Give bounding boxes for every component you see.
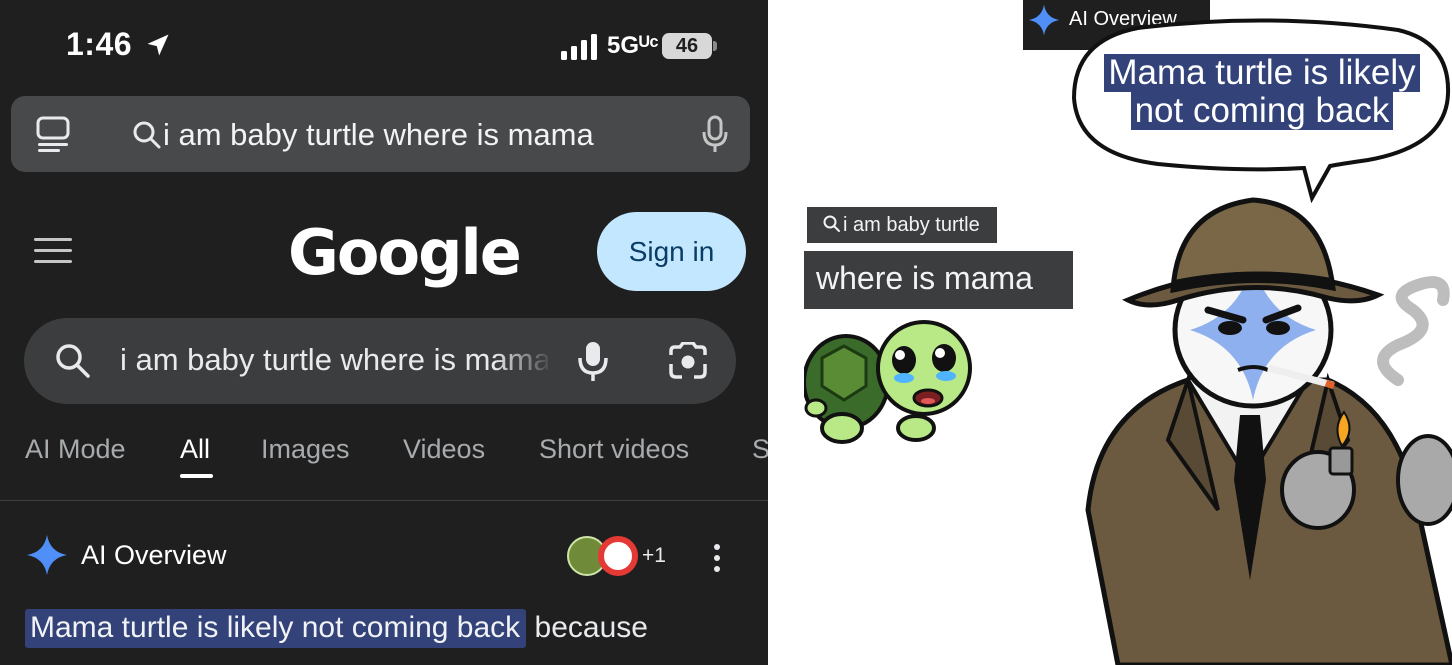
url-bar[interactable]: i am baby turtle where is mama — [11, 96, 750, 172]
search-icon — [56, 344, 90, 378]
ai-overview-title: AI Overview — [81, 540, 227, 570]
speech-line-2: not coming back — [1130, 92, 1394, 130]
battery-level: 46 — [675, 35, 699, 57]
tab-videos[interactable]: Videos — [403, 434, 485, 465]
source-avatar[interactable] — [598, 536, 638, 576]
mic-icon[interactable] — [578, 340, 608, 382]
battery-icon: 46 — [662, 33, 712, 59]
more-vert-icon[interactable] — [714, 544, 722, 574]
search-tabs: AI Mode All Images Videos Short videos S — [0, 424, 768, 500]
active-tab-indicator — [180, 474, 213, 478]
answer-rest: because — [534, 611, 648, 644]
signal-icon — [561, 34, 597, 60]
battery-nub — [713, 41, 717, 51]
url-query-text[interactable]: i am baby turtle where is mama — [163, 117, 594, 153]
status-time: 1:46 — [66, 26, 133, 62]
lens-icon[interactable] — [668, 342, 708, 380]
divider — [0, 500, 768, 501]
tab-images[interactable]: Images — [261, 434, 350, 465]
query-small-text: i am baby turtle — [843, 214, 980, 236]
baby-turtle-illustration — [804, 320, 972, 444]
tab-short-videos[interactable]: Short videos — [539, 434, 689, 465]
location-arrow-icon — [147, 34, 169, 56]
network-label: 5Gᵁᶜ — [607, 32, 659, 59]
ai-overview-header: AI Overview +1 — [0, 530, 768, 590]
query-label-big: where is mama — [804, 251, 1073, 309]
search-input[interactable]: i am baby turtle where is mama — [120, 342, 548, 382]
status-bar: 1:46 5Gᵁᶜ 46 — [0, 0, 768, 90]
search-box[interactable]: i am baby turtle where is mama — [24, 318, 736, 404]
hamburger-icon[interactable] — [34, 238, 72, 266]
answer-highlight: Mama turtle is likely not coming back — [25, 609, 527, 648]
phone-screenshot: 1:46 5Gᵁᶜ 46 i am baby turtle where is m… — [0, 0, 768, 665]
search-icon — [133, 121, 161, 149]
mic-icon[interactable] — [701, 114, 729, 154]
sparkle-icon — [27, 535, 67, 575]
sources-count[interactable]: +1 — [642, 544, 666, 568]
search-icon — [823, 215, 840, 232]
sparkle-icon — [1028, 4, 1060, 36]
query-label-small: i am baby turtle — [807, 207, 997, 243]
speech-text: Mama turtle is likely not coming back — [1090, 54, 1434, 130]
tab-overflow[interactable]: S — [752, 434, 768, 465]
google-logo[interactable]: Google — [288, 216, 522, 289]
meme-panel: AI Overview Mama turtle is likely not co… — [768, 0, 1452, 665]
search-fade — [494, 336, 554, 386]
detective-illustration — [1085, 197, 1452, 665]
tab-all[interactable]: All — [180, 434, 210, 465]
ai-overview-answer: Mama turtle is likely not coming back be… — [25, 609, 648, 648]
speech-line-1: Mama turtle is likely — [1104, 54, 1420, 92]
tab-ai-mode[interactable]: AI Mode — [25, 434, 126, 465]
sign-in-button[interactable]: Sign in — [597, 212, 746, 291]
tabs-icon[interactable] — [35, 116, 71, 154]
google-header: Google Sign in — [0, 192, 768, 312]
